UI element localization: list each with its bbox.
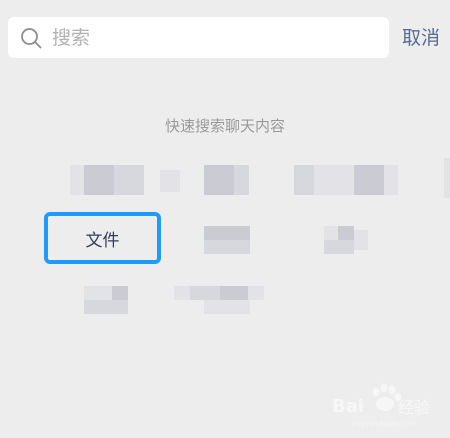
svg-text:jingyan.baidu.com: jingyan.baidu.com: [351, 420, 417, 428]
search-input[interactable]: [52, 17, 382, 58]
scroll-indicator: [444, 158, 450, 198]
quick-search-option-file[interactable]: 文件: [44, 212, 161, 264]
svg-text:Bai: Bai: [332, 396, 364, 417]
search-bar[interactable]: [8, 17, 389, 58]
search-icon: [20, 27, 42, 49]
quick-search-title: 快速搜索聊天内容: [164, 117, 285, 135]
file-option-label: 文件: [85, 230, 120, 251]
baidu-jingyan-logo-icon: Bai 经验 jingyan.baidu.com: [332, 382, 444, 430]
svg-text:经验: 经验: [398, 398, 430, 417]
cancel-button[interactable]: 取消: [402, 25, 440, 51]
